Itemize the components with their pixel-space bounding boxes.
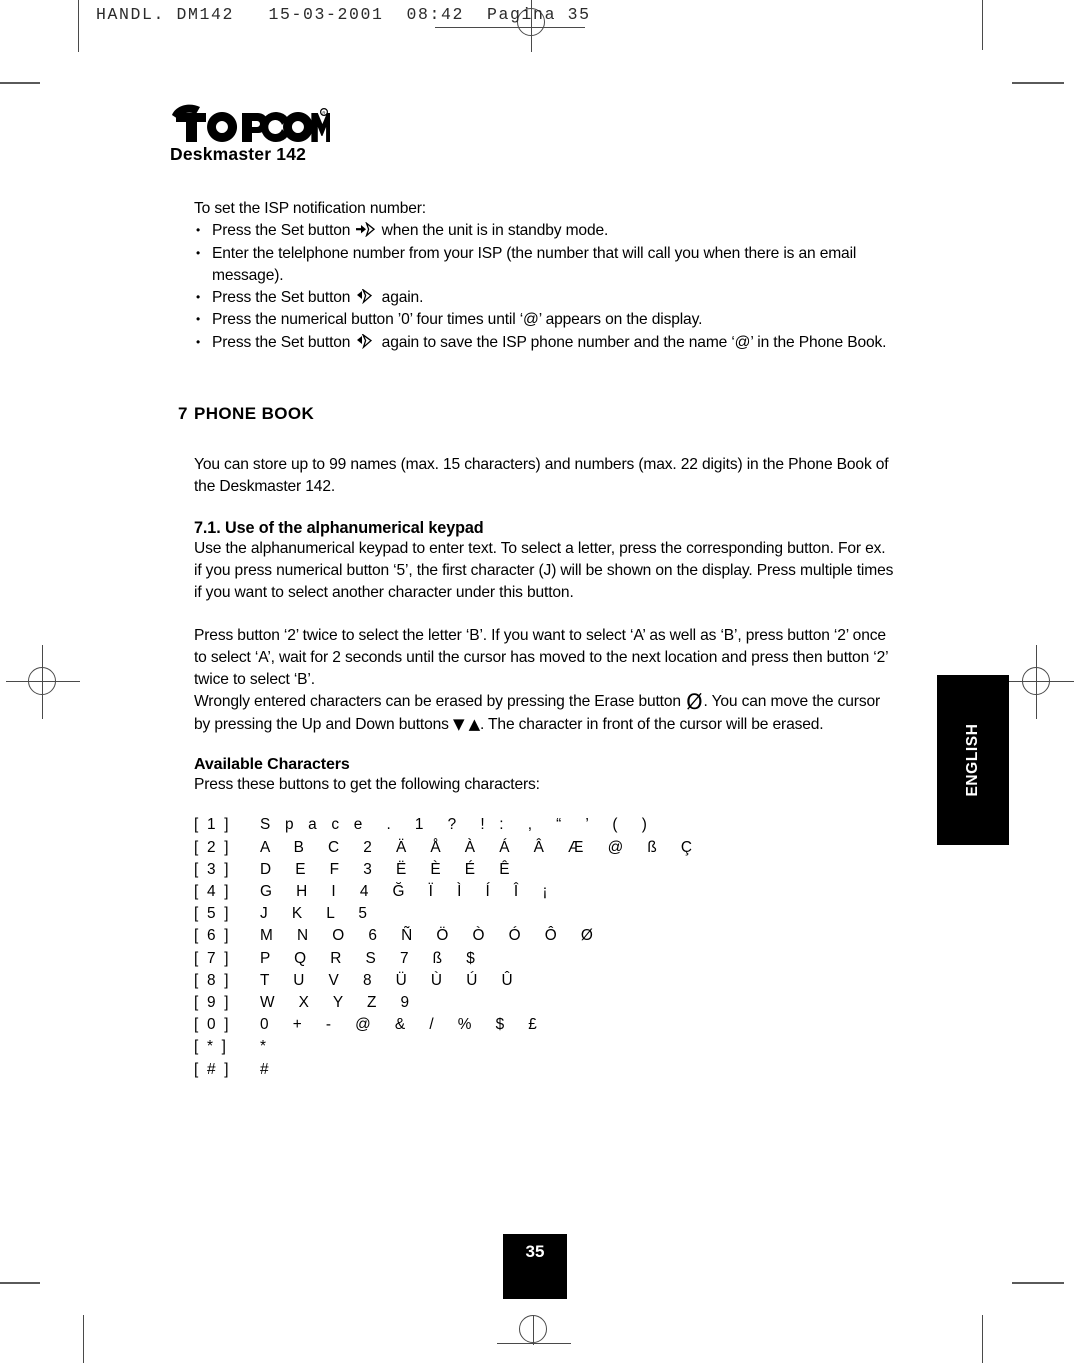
svg-text:R: R [322,110,325,115]
list-item: Press the Set button again. [194,286,894,309]
char-values: W X Y Z 9 [260,993,415,1011]
keypad-paragraph-2: Press button ‘2’ twice to select the let… [194,626,888,689]
set-button-icon [356,221,376,238]
char-key: [ 0 ] [194,1016,231,1034]
print-header-text: HANDL. DM142 15-03-2001 08:42 Pagina 35 [96,5,591,24]
char-key: [ 8 ] [194,971,231,989]
char-values: M N O 6 Ñ Ö Ò Ó Ô Ø [260,927,599,945]
table-row: [ 8 ] T U V 8 Ü Ù Ú Û [194,970,894,992]
bullet-text-after: again to save the ISP phone number and t… [381,333,887,351]
bullet-text-before: Press the Set button [212,289,351,307]
intro-lead: To set the ISP notification number: [194,200,426,217]
list-item: Press the numerical button ’0’ four time… [194,308,894,331]
table-row: [ 3 ] D E F 3 Ë È É Ê [194,859,894,881]
bullet-text-before: Press the Set button [212,222,351,240]
page-content: To set the ISP notification number: Pres… [178,198,894,1081]
topcom-wordmark: R [170,100,330,142]
available-characters-heading: Available Characters [194,756,350,774]
language-side-tab: ENGLISH [937,675,1009,845]
table-row: [ 0 ] 0 + - @ & / % $ £ [194,1014,894,1036]
registration-mark-left [6,645,80,719]
crop-mark-right-bottom [1012,1282,1064,1284]
set-button-icon [356,332,375,350]
char-key: [ 4 ] [194,882,231,900]
list-item: Press the Set button again to save the I… [194,331,894,354]
bullet-text-before: Press the Set button [212,333,351,351]
char-values: T U V 8 Ü Ù Ú Û [260,971,518,989]
char-values: S p a c e . 1 ? ! : , “ ’ ( ) [260,816,653,834]
crop-mark-left-bottom [0,1282,40,1284]
table-row: [ 5 ] J K L 5 [194,903,894,925]
section-body: You can store up to 99 names (max. 15 ch… [194,456,889,496]
crop-mark-top-right [982,0,983,50]
bullet-text-after: when the unit is in standby mode. [381,222,609,240]
list-item: Enter the telelphone number from your IS… [194,242,894,288]
side-tab-label: ENGLISH [964,723,981,797]
table-row: [ 9 ] W X Y Z 9 [194,992,894,1014]
char-key: [ 9 ] [194,993,231,1011]
available-characters-intro: Press these buttons to get the following… [194,776,540,794]
char-values: 0 + - @ & / % $ £ [260,1016,543,1034]
char-key: [ 6 ] [194,927,231,945]
char-values: * [260,1038,272,1056]
character-map-table: [ 1 ] S p a c e . 1 ? ! : , “ ’ ( ) [ 2 … [194,814,894,1080]
subsection-heading-keypad: 7.1. Use of the alphanumerical keypad [194,518,484,537]
brand-logo-block: R Deskmaster 142 [170,100,330,165]
document-page: HANDL. DM142 15-03-2001 08:42 Pagina 35 [0,0,1080,1363]
table-row: [ 2 ] A B C 2 Ä Å À Á Â Æ @ ß Ç [194,837,894,859]
down-button-icon: ▼ [453,714,465,733]
crop-mark-bottom-right [982,1315,983,1363]
isp-setup-bullets: Press the Set button when the unit is in… [194,219,894,354]
crop-mark-top-left [78,0,79,52]
char-key: [ 5 ] [194,905,231,923]
section-title: PHONE BOOK [194,404,315,424]
keypad-paragraph-1: Use the alphanumerical keypad to enter t… [194,539,894,602]
char-values: D E F 3 Ë È É Ê [260,860,515,878]
crop-mark-right-top [1012,82,1064,84]
header-underline-rule [435,27,585,28]
char-key: [ 1 ] [194,816,231,834]
table-row: [ 1 ] S p a c e . 1 ? ! : , “ ’ ( ) [194,814,894,836]
table-row: [ 6 ] M N O 6 Ñ Ö Ò Ó Ô Ø [194,925,894,947]
registration-mark-bottom [497,1315,571,1355]
set-button-icon [356,288,375,305]
page-number-badge: 35 [503,1234,567,1299]
char-values: A B C 2 Ä Å À Á Â Æ @ ß Ç [260,838,698,856]
up-button-icon: ▲ [468,714,481,733]
list-item: Press the Set button when the unit is in… [194,219,894,242]
bullet-text-before: Enter the telelphone number from your IS… [212,244,857,284]
bullet-text-before: Press the numerical button ’0’ four time… [212,311,703,329]
table-row: [ * ] * [194,1036,894,1058]
registration-mark-right [1000,645,1074,719]
crop-mark-left-top [0,82,40,84]
erase-button-icon: Ø [686,690,703,715]
char-key: [ # ] [194,1060,231,1078]
section-heading-phone-book: 7 PHONE BOOK [178,404,894,424]
crop-mark-bottom-left [83,1315,84,1363]
char-values: J K L 5 [260,905,373,923]
keypad-paragraph-3: Wrongly entered characters can be erased… [194,691,894,736]
char-values: P Q R S 7 ß $ [260,949,480,967]
table-row: [ # ] # [194,1059,894,1081]
char-key: [ 3 ] [194,860,231,878]
bullet-text-after: again. [381,289,424,307]
char-values: G H I 4 Ğ Ï Ì Í Î ¡ [260,882,553,900]
char-values: # [260,1060,274,1078]
page-number: 35 [525,1242,545,1261]
table-row: [ 4 ] G H I 4 Ğ Ï Ì Í Î ¡ [194,881,894,903]
char-key: [ 2 ] [194,838,231,856]
table-row: [ 7 ] P Q R S 7 ß $ [194,948,894,970]
section-number: 7 [178,404,188,424]
model-name: Deskmaster 142 [170,144,307,164]
erase-text-part-3: . The character in front of the cursor w… [479,715,824,733]
char-key: [ 7 ] [194,949,231,967]
char-key: [ * ] [194,1038,229,1056]
erase-text-part-1: Wrongly entered characters can be erased… [194,693,681,711]
